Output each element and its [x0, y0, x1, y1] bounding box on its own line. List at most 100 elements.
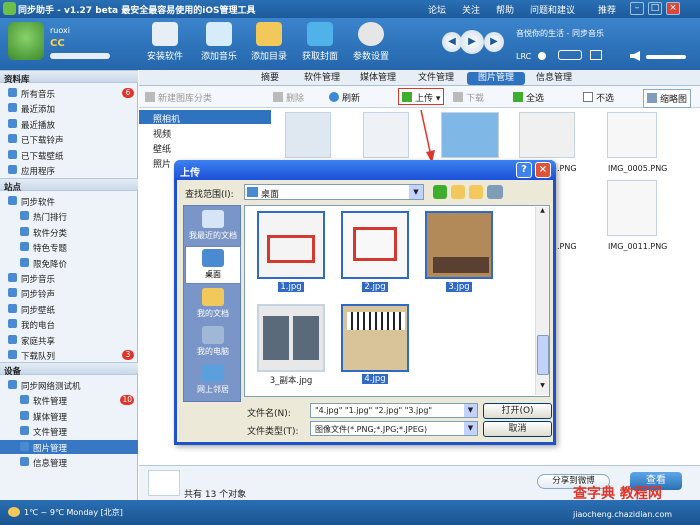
photo-thumb[interactable] [441, 112, 499, 158]
photo-thumb[interactable] [363, 112, 409, 158]
sidebar-item[interactable]: 所有音乐 6 [0, 86, 138, 100]
sidebar-item[interactable]: 软件分类 [0, 225, 138, 239]
scrollbar-thumb[interactable] [537, 335, 549, 375]
play-icon[interactable]: ▶ [460, 30, 484, 54]
help-icon[interactable]: ? [516, 162, 532, 178]
tab-apps[interactable]: 软件管理 [301, 72, 343, 85]
thumbnail-view-button[interactable]: 缩略图 [643, 89, 692, 108]
sidebar-item[interactable]: 同步音乐 [0, 271, 138, 285]
sidebar-item[interactable]: 同步软件 [0, 194, 138, 208]
shuffle-icon[interactable] [590, 50, 602, 60]
sidebar-item[interactable]: 已下载壁纸 [0, 148, 138, 162]
file-name-3[interactable]: 3.jpg [419, 282, 499, 292]
install-app-button[interactable]: 安装软件 [140, 22, 190, 62]
add-music-button[interactable]: 添加音乐 [194, 22, 244, 62]
place-network[interactable]: 网上邻居 [185, 362, 241, 400]
tab-media[interactable]: 媒体管理 [357, 72, 399, 85]
file-name-2[interactable]: 2.jpg [335, 282, 415, 292]
add-folder-button[interactable]: 添加目录 [244, 22, 294, 62]
lyrics-toggle[interactable]: LRC [516, 52, 531, 61]
photo-thumb[interactable] [285, 112, 331, 158]
file-thumb-4[interactable] [257, 304, 325, 372]
tab-messages[interactable]: 信息管理 [533, 72, 575, 85]
file-name-1[interactable]: 1.jpg [251, 282, 331, 292]
sidebar-item[interactable]: 同步网络测试机 [0, 378, 138, 392]
filename-input[interactable]: "4.jpg" "1.jpg" "2.jpg" "3.jpg" ▼ [310, 403, 478, 418]
view-menu-icon[interactable] [487, 185, 503, 199]
look-in-select[interactable]: 桌面 ▼ [244, 184, 424, 200]
tab-photos[interactable]: 图片管理 [467, 72, 525, 85]
sidebar-item[interactable]: 应用程序 [0, 163, 138, 177]
settings-button[interactable]: 参数设置 [346, 22, 396, 62]
lrc-toggle-icon[interactable] [538, 52, 546, 60]
repeat-icon[interactable] [558, 50, 582, 60]
deselect-button[interactable]: 不选 [583, 91, 614, 104]
sidebar-item[interactable]: 软件管理 10 [0, 393, 138, 407]
tab-files[interactable]: 文件管理 [415, 72, 457, 85]
photo-thumb[interactable] [607, 180, 657, 236]
new-category-button[interactable]: 新建图库分类 [145, 91, 212, 104]
upload-button[interactable]: 上传 ▾ [398, 88, 445, 105]
recommend-link[interactable]: 推荐 [598, 3, 616, 16]
file-thumb-1[interactable] [257, 211, 325, 279]
place-my-computer[interactable]: 我的电脑 [185, 324, 241, 362]
sidebar-item[interactable]: 家庭共享 [0, 333, 138, 347]
file-thumb-2[interactable] [341, 211, 409, 279]
next-icon[interactable]: ▶ [484, 32, 504, 52]
volume-slider[interactable] [646, 55, 686, 59]
sidebar-item[interactable]: 文件管理 [0, 424, 138, 438]
filetype-select[interactable]: 图像文件(*.PNG;*.JPG;*.JPEG) ▼ [310, 421, 478, 436]
delete-button[interactable]: 删除 [273, 91, 304, 104]
place-my-documents[interactable]: 我的文档 [185, 286, 241, 324]
close-icon[interactable]: × [666, 2, 680, 15]
sidebar-item[interactable]: 特色专题 [0, 240, 138, 254]
help-link[interactable]: 帮助 [496, 3, 514, 16]
avatar[interactable] [8, 22, 44, 60]
sidebar-item[interactable]: 同步铃声 [0, 286, 138, 300]
up-folder-icon[interactable] [451, 185, 465, 199]
feedback-link[interactable]: 问题和建议 [530, 3, 575, 16]
album-wallpaper[interactable]: 壁纸 [139, 140, 271, 155]
refresh-button[interactable]: 刷新 [329, 91, 360, 104]
maximize-icon[interactable]: □ [648, 2, 662, 15]
album-camera[interactable]: 照相机 [139, 110, 271, 125]
dialog-close-icon[interactable]: × [535, 162, 551, 178]
scroll-down-icon[interactable]: ▼ [536, 382, 549, 394]
get-cover-button[interactable]: 获取封面 [295, 22, 345, 62]
sidebar-item[interactable]: 媒体管理 [0, 409, 138, 423]
photo-thumb[interactable] [607, 112, 657, 158]
chevron-down-icon[interactable]: ▼ [464, 422, 477, 435]
sidebar-item[interactable]: 下载队列 3 [0, 348, 138, 362]
follow-link[interactable]: 关注 [462, 3, 480, 16]
scroll-up-icon[interactable]: ▲ [536, 207, 549, 219]
forum-link[interactable]: 论坛 [428, 3, 446, 16]
place-desktop[interactable]: 桌面 [185, 246, 241, 284]
sidebar-item[interactable]: 热门排行 [0, 209, 138, 223]
photo-thumb[interactable] [519, 112, 575, 158]
sidebar-item[interactable]: 限免降价 [0, 256, 138, 270]
open-button[interactable]: 打开(O) [483, 403, 552, 419]
file-name-5[interactable]: 4.jpg [335, 374, 415, 384]
sidebar-item[interactable]: 图片管理 [0, 439, 138, 454]
select-all-button[interactable]: 全选 [513, 91, 544, 104]
album-video[interactable]: 视频 [139, 125, 271, 140]
sidebar-item[interactable]: 信息管理 [0, 455, 138, 469]
sidebar-item[interactable]: 已下载铃声 [0, 132, 138, 146]
file-name-4[interactable]: 3_副本.jpg [251, 374, 331, 386]
place-recent[interactable]: 我最近的文档 [185, 208, 241, 246]
minimize-icon[interactable]: – [630, 2, 644, 15]
back-icon[interactable] [433, 185, 447, 199]
sidebar-item[interactable]: 最近添加 [0, 101, 138, 115]
chevron-down-icon[interactable]: ▼ [464, 404, 477, 417]
tab-summary[interactable]: 摘要 [255, 72, 285, 85]
new-folder-icon[interactable] [469, 185, 483, 199]
cancel-button[interactable]: 取消 [483, 421, 552, 437]
sidebar-item[interactable]: 同步壁纸 [0, 302, 138, 316]
file-thumb-5[interactable] [341, 304, 409, 372]
file-list-scrollbar[interactable]: ▲ ▼ [535, 207, 549, 395]
download-button[interactable]: 下载 [453, 91, 484, 104]
sidebar-item[interactable]: 最近播放 [0, 117, 138, 131]
previous-icon[interactable]: ◀ [442, 32, 462, 52]
sidebar-item[interactable]: 我的电台 [0, 317, 138, 331]
file-thumb-3[interactable] [425, 211, 493, 279]
